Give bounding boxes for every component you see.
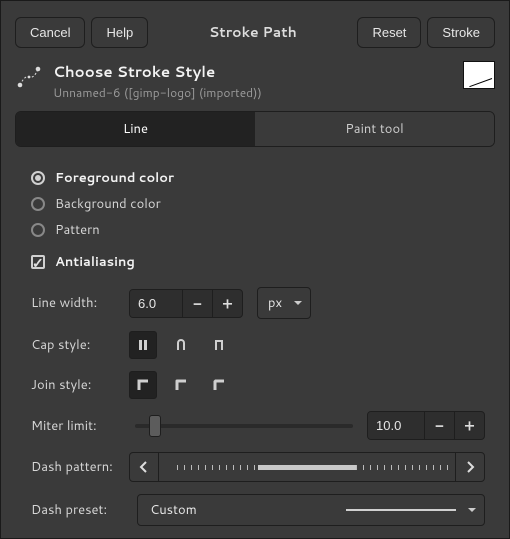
dialog-header: Choose Stroke Style Unnamed-6 ([gimp-log… (15, 61, 495, 101)
cap-square-icon (212, 338, 226, 352)
line-width-increment[interactable]: + (212, 290, 242, 317)
radio-label: Foreground color (55, 169, 174, 187)
check-icon (31, 255, 45, 269)
dash-preset-preview-line (346, 509, 456, 511)
join-round-icon (174, 378, 188, 392)
help-button[interactable]: Help (91, 17, 148, 48)
cancel-button[interactable]: Cancel (15, 17, 85, 48)
chevron-right-icon (465, 461, 475, 473)
cap-square-button[interactable] (205, 331, 233, 359)
join-style-label: Join style: (31, 376, 121, 394)
radio-label: Pattern (55, 221, 100, 239)
dash-pattern-row: Dash pattern: /*pattern built visually b… (31, 446, 485, 488)
join-style-row: Join style: (31, 365, 485, 405)
dash-preset-value: Custom (150, 501, 197, 519)
cap-round-icon (174, 338, 188, 352)
reset-button[interactable]: Reset (357, 17, 421, 48)
dialog-title: Stroke Path (154, 15, 351, 49)
dash-scroll-right[interactable] (455, 452, 485, 482)
minus-icon: − (193, 293, 202, 314)
cap-style-label: Cap style: (31, 336, 121, 354)
cap-butt-icon (136, 338, 150, 352)
line-width-spinner: − + (129, 289, 243, 318)
dash-scroll-left[interactable] (129, 452, 159, 482)
dash-preset-label: Dash preset: (31, 501, 121, 519)
miter-limit-spinner: − + (367, 411, 485, 440)
dialog-action-bar: Cancel Help Stroke Path Reset Stroke (15, 15, 495, 49)
chevron-left-icon (139, 461, 149, 473)
join-round-button[interactable] (167, 371, 195, 399)
dash-preset-row: Dash preset: Custom (31, 488, 485, 532)
join-miter-icon (136, 378, 150, 392)
join-bevel-button[interactable] (205, 371, 233, 399)
unit-value: px (268, 294, 282, 312)
minus-icon: − (435, 415, 444, 436)
radio-icon (31, 171, 45, 185)
checkbox-antialiasing[interactable]: Antialiasing (31, 249, 485, 275)
line-width-input[interactable] (130, 290, 182, 317)
plus-icon: + (464, 415, 474, 436)
radio-pattern[interactable]: Pattern (31, 217, 485, 243)
tab-paint-tool[interactable]: Paint tool (255, 112, 494, 146)
cap-butt-button[interactable] (129, 331, 157, 359)
radio-icon (31, 223, 45, 237)
miter-limit-decrement[interactable]: − (424, 412, 454, 439)
miter-limit-increment[interactable]: + (454, 412, 484, 439)
path-icon (15, 63, 43, 91)
line-width-unit-dropdown[interactable]: px (257, 287, 311, 319)
stroke-button[interactable]: Stroke (427, 17, 495, 48)
stroke-preview (463, 61, 495, 89)
join-bevel-icon (212, 378, 226, 392)
line-width-row: Line width: − + px (31, 281, 485, 325)
cap-style-row: Cap style: (31, 325, 485, 365)
dash-pattern-editor[interactable]: /*pattern built visually below*/ (159, 452, 455, 482)
cap-round-button[interactable] (167, 331, 195, 359)
miter-limit-slider[interactable] (135, 424, 353, 428)
miter-limit-label: Miter limit: (31, 417, 121, 435)
line-width-label: Line width: (31, 294, 121, 312)
header-subtitle: Unnamed-6 ([gimp-logo] (imported)) (53, 84, 453, 101)
dash-pattern-label: Dash pattern: (31, 458, 121, 476)
stroke-path-dialog: Cancel Help Stroke Path Reset Stroke Cho… (0, 0, 510, 539)
radio-background-color[interactable]: Background color (31, 191, 485, 217)
tab-line[interactable]: Line (16, 112, 255, 146)
dash-preset-dropdown[interactable]: Custom (137, 494, 485, 526)
miter-limit-row: Miter limit: − + (31, 405, 485, 446)
join-miter-button[interactable] (129, 371, 157, 399)
slider-thumb[interactable] (149, 415, 161, 437)
miter-limit-input[interactable] (368, 412, 424, 439)
header-title: Choose Stroke Style (53, 61, 453, 82)
radio-foreground-color[interactable]: Foreground color (31, 165, 485, 191)
check-label: Antialiasing (55, 253, 135, 271)
radio-icon (31, 197, 45, 211)
stroke-mode-tabs: Line Paint tool (15, 111, 495, 147)
plus-icon: + (222, 293, 232, 314)
radio-label: Background color (55, 195, 161, 213)
line-width-decrement[interactable]: − (182, 290, 212, 317)
line-settings-panel: Foreground color Background color Patter… (15, 159, 495, 532)
